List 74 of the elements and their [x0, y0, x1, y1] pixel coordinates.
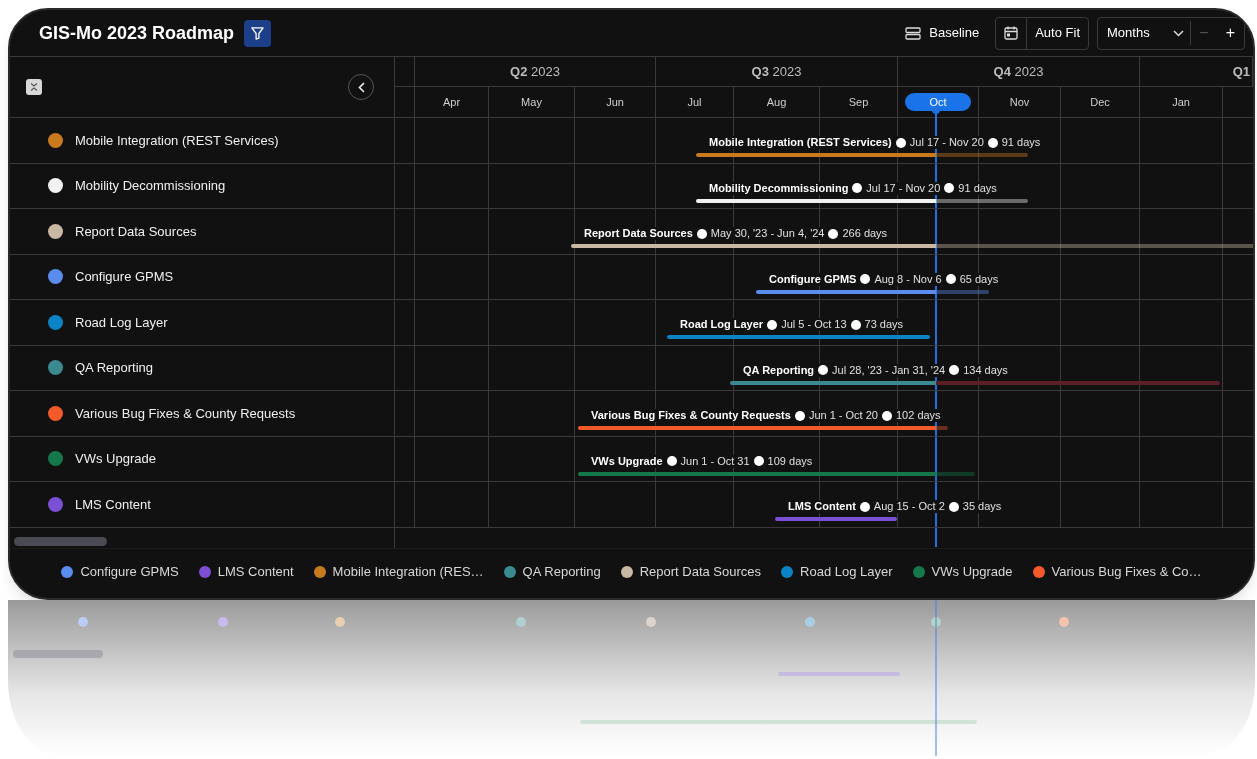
bar-title: Various Bug Fixes & County Requests — [591, 409, 791, 422]
task-name[interactable]: VWs Upgrade — [75, 449, 156, 469]
quarter-label: Q1 — [1232, 62, 1250, 81]
duration: 73 days — [864, 318, 905, 331]
task-bar[interactable] — [756, 289, 989, 294]
date-range: Aug 15 - Oct 2 — [873, 500, 945, 513]
task-bar[interactable] — [696, 198, 1028, 203]
task-name[interactable]: Various Bug Fixes & County Requests — [75, 403, 296, 423]
bar-title: QA Reporting — [743, 363, 815, 377]
bar-title: VWs Upgrade — [591, 454, 663, 468]
duration: 266 days — [842, 227, 889, 240]
task-name[interactable]: QA Reporting — [75, 358, 154, 378]
quarter-label: Q2 2023 — [510, 62, 560, 81]
legend-label[interactable]: Mobile Integration (RES… — [332, 561, 484, 582]
chevron-left-icon — [357, 81, 365, 93]
task-name[interactable]: Configure GPMS — [75, 267, 174, 287]
bar-title: Mobility Decommissioning — [709, 181, 849, 195]
month-tab[interactable]: Jun — [606, 93, 624, 111]
scale-dropdown[interactable]: Months — [1098, 17, 1190, 49]
bar-title: Report Data Sources — [584, 227, 693, 240]
month-tab[interactable]: May — [521, 93, 542, 111]
rows-icon — [905, 26, 922, 40]
task-name[interactable]: LMS Content — [75, 494, 151, 514]
task-name[interactable]: Mobile Integration (REST Services) — [75, 130, 279, 150]
month-tab[interactable]: Nov — [1009, 93, 1030, 111]
duration: 65 days — [959, 272, 1000, 286]
date-range: May 30, '23 - Jun 4, '24 — [710, 227, 825, 240]
legend-label[interactable]: VWs Upgrade — [931, 561, 1013, 582]
legend-label[interactable]: Report Data Sources — [639, 561, 762, 582]
duration: 91 days — [958, 181, 998, 195]
collapse-icon — [29, 82, 39, 92]
date-range: Jul 17 - Nov 20 — [909, 136, 984, 149]
calendar-icon[interactable] — [1004, 26, 1019, 40]
bar-title: Configure GPMS — [769, 272, 857, 286]
legend-label[interactable]: Configure GPMS — [80, 561, 179, 582]
date-range: Jun 1 - Oct 31 — [680, 454, 750, 468]
month-tab[interactable]: Jan — [1172, 93, 1190, 111]
bar-title: Mobile Integration (REST Services) — [709, 136, 892, 149]
duration: 109 days — [767, 454, 814, 468]
legend-label[interactable]: LMS Content — [217, 561, 294, 582]
duration: 91 days — [1001, 136, 1042, 149]
month-tab[interactable]: Apr — [442, 93, 461, 111]
date-range: Jun 1 - Oct 20 — [808, 409, 878, 422]
month-tab[interactable]: Dec — [1090, 93, 1110, 111]
bar-title: Road Log Layer — [680, 318, 764, 331]
date-range: Aug 8 - Nov 6 — [874, 272, 942, 286]
legend-label[interactable]: Road Log Layer — [800, 561, 893, 582]
collapse-all-button[interactable] — [26, 79, 42, 95]
zoom-in-button[interactable]: + — [1217, 17, 1244, 49]
date-range: Jul 17 - Nov 20 — [866, 181, 941, 195]
filter-button[interactable] — [244, 19, 272, 47]
chevron-down-icon — [1173, 29, 1184, 37]
bar-title: LMS Content — [788, 500, 856, 513]
legend-label[interactable]: Various Bug Fixes & Co… — [1051, 561, 1202, 582]
duration: 35 days — [962, 500, 1003, 513]
quarter-label: Q4 2023 — [993, 62, 1044, 81]
quarter-label: Q3 2023 — [751, 62, 802, 81]
task-name[interactable]: Road Log Layer — [75, 312, 168, 332]
month-tab[interactable]: Jul — [687, 93, 702, 111]
month-tab[interactable]: Sep — [848, 93, 869, 111]
auto-fit-button[interactable]: Auto Fit — [1027, 17, 1088, 49]
task-name[interactable]: Report Data Sources — [75, 221, 197, 241]
filter-icon — [250, 25, 266, 41]
month-tab[interactable]: Oct — [905, 92, 971, 112]
baseline-button[interactable]: Baseline — [897, 17, 988, 49]
month-tab[interactable]: Aug — [766, 93, 787, 111]
task-name[interactable]: Mobility Decommissioning — [75, 176, 226, 196]
chart-title: GIS-Mo 2023 Roadmap — [39, 21, 235, 45]
legend-label[interactable]: QA Reporting — [522, 561, 601, 582]
date-range: Jul 5 - Oct 13 — [781, 318, 847, 331]
scrollbar-thumb[interactable] — [14, 536, 107, 546]
date-range: Jul 28, '23 - Jan 31, '24 — [832, 363, 946, 377]
duration: 102 days — [895, 409, 942, 422]
duration: 134 days — [963, 363, 1009, 377]
